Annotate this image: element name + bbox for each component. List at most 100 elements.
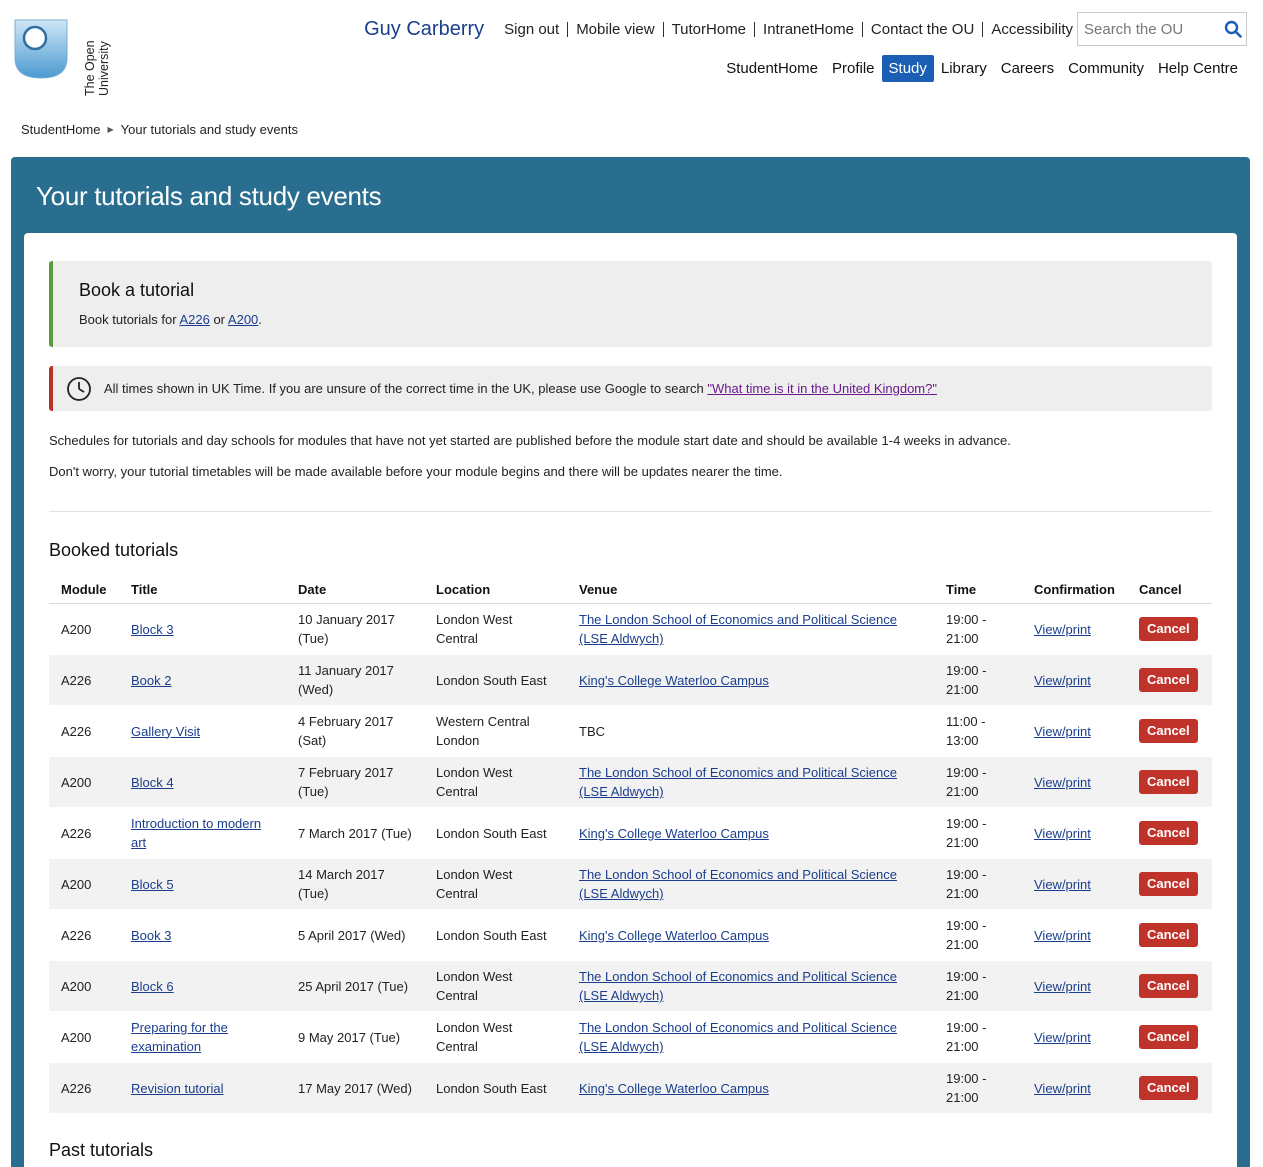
cancel-button[interactable]: Cancel xyxy=(1139,872,1198,896)
book-a200-link[interactable]: A200 xyxy=(228,312,258,327)
module-cell: A226 xyxy=(49,1062,119,1114)
venue-link[interactable]: The London School of Economics and Polit… xyxy=(579,969,897,1003)
module-cell: A226 xyxy=(49,807,119,859)
table-row: A200 Block 5 14 March 2017 (Tue) London Wes… xyxy=(49,858,1212,910)
confirmation-cell: View/print xyxy=(1022,705,1127,757)
tutorial-date: 10 January 2017 (Tue) xyxy=(298,612,395,646)
tutorial-title-link[interactable]: Gallery Visit xyxy=(131,724,200,739)
view-print-link[interactable]: View/print xyxy=(1034,775,1091,790)
module-cell: A200 xyxy=(49,756,119,808)
view-print-link[interactable]: View/print xyxy=(1034,1030,1091,1045)
view-print-link[interactable]: View/print xyxy=(1034,877,1091,892)
time-cell: 11:00 - 13:00 xyxy=(934,705,1022,757)
sign-out-link[interactable]: Sign out xyxy=(496,22,567,37)
tutorial-title-link[interactable]: Block 3 xyxy=(131,622,174,637)
tutorial-location: London South East xyxy=(436,1080,547,1096)
cancel-button[interactable]: Cancel xyxy=(1139,617,1198,641)
book-tutorial-box: Book a tutorial Book tutorials for A226 … xyxy=(49,261,1212,347)
accessibility-link[interactable]: Accessibility xyxy=(982,21,1077,37)
search-input[interactable] xyxy=(1078,20,1220,38)
mobile-view-link[interactable]: Mobile view xyxy=(567,21,662,37)
nav-help-centre[interactable]: Help Centre xyxy=(1151,55,1245,82)
tutorhome-link[interactable]: TutorHome xyxy=(662,21,754,37)
nav-library[interactable]: Library xyxy=(934,55,994,82)
nav-studenthome[interactable]: StudentHome xyxy=(719,55,825,82)
title-cell: Book 3 xyxy=(119,909,286,961)
cancel-cell: Cancel xyxy=(1127,960,1212,1012)
view-print-link[interactable]: View/print xyxy=(1034,979,1091,994)
tutorial-title-link[interactable]: Preparing for the examination xyxy=(131,1020,228,1054)
view-print-link[interactable]: View/print xyxy=(1034,622,1091,637)
view-print-link[interactable]: View/print xyxy=(1034,1081,1091,1096)
view-print-link[interactable]: View/print xyxy=(1034,928,1091,943)
tutorial-date: 5 April 2017 (Wed) xyxy=(298,927,406,943)
nav-careers[interactable]: Careers xyxy=(994,55,1061,82)
date-cell: 4 February 2017 (Sat) xyxy=(286,705,424,757)
tutorial-time: 11:00 - 13:00 xyxy=(946,714,986,748)
location-cell: London South East xyxy=(424,654,567,706)
venue-link[interactable]: King's College Waterloo Campus xyxy=(579,928,769,943)
intranethome-link[interactable]: IntranetHome xyxy=(754,21,862,37)
tutorial-title-link[interactable]: Block 6 xyxy=(131,979,174,994)
nav-profile[interactable]: Profile xyxy=(825,55,882,82)
tutorial-location: London West Central xyxy=(436,1020,513,1054)
cancel-button[interactable]: Cancel xyxy=(1139,1076,1198,1100)
chevron-right-icon: ▶ xyxy=(107,125,114,134)
contact-ou-link[interactable]: Contact the OU xyxy=(861,21,982,37)
title-cell: Preparing for the examination xyxy=(119,1011,286,1063)
cancel-button[interactable]: Cancel xyxy=(1139,821,1198,845)
view-print-link[interactable]: View/print xyxy=(1034,826,1091,841)
venue-cell: The London School of Economics and Polit… xyxy=(567,603,934,655)
tutorial-title-link[interactable]: Revision tutorial xyxy=(131,1081,224,1096)
col-title: Title xyxy=(119,575,286,604)
search-button[interactable] xyxy=(1220,13,1246,45)
book-a226-link[interactable]: A226 xyxy=(179,312,209,327)
venue-cell: The London School of Economics and Polit… xyxy=(567,1011,934,1063)
venue-link[interactable]: King's College Waterloo Campus xyxy=(579,826,769,841)
col-date: Date xyxy=(286,575,424,604)
past-tutorials-title: Past tutorials xyxy=(49,1140,154,1160)
venue-link[interactable]: The London School of Economics and Polit… xyxy=(579,612,897,646)
tutorial-title-link[interactable]: Book 2 xyxy=(131,673,171,688)
cancel-button[interactable]: Cancel xyxy=(1139,770,1198,794)
ou-logo[interactable]: The Open University xyxy=(13,18,111,96)
location-cell: London West Central xyxy=(424,960,567,1012)
section-divider xyxy=(49,511,1212,512)
venue-link[interactable]: The London School of Economics and Polit… xyxy=(579,765,897,799)
breadcrumb-home[interactable]: StudentHome xyxy=(21,122,101,137)
clock-icon xyxy=(67,376,91,401)
uk-time-link[interactable]: "What time is it in the United Kingdom?" xyxy=(707,381,937,396)
cancel-button[interactable]: Cancel xyxy=(1139,923,1198,947)
tutorial-date: 7 March 2017 (Tue) xyxy=(298,825,412,841)
cancel-cell: Cancel xyxy=(1127,1062,1212,1114)
venue-link[interactable]: The London School of Economics and Polit… xyxy=(579,1020,897,1054)
tutorial-time: 19:00 - 21:00 xyxy=(946,816,987,850)
view-print-link[interactable]: View/print xyxy=(1034,724,1091,739)
cancel-button[interactable]: Cancel xyxy=(1139,719,1198,743)
tutorial-title-link[interactable]: Block 4 xyxy=(131,775,174,790)
venue-cell: TBC xyxy=(567,705,934,757)
content-card: Book a tutorial Book tutorials for A226 … xyxy=(24,233,1237,1167)
confirmation-cell: View/print xyxy=(1022,807,1127,859)
uk-time-notice: All times shown in UK Time. If you are u… xyxy=(49,366,1212,411)
view-print-link[interactable]: View/print xyxy=(1034,673,1091,688)
cancel-button[interactable]: Cancel xyxy=(1139,974,1198,998)
tutorial-title-link[interactable]: Book 3 xyxy=(131,928,171,943)
venue-text: TBC xyxy=(579,723,605,739)
search-box xyxy=(1077,12,1247,46)
cancel-button[interactable]: Cancel xyxy=(1139,1025,1198,1049)
nav-study[interactable]: Study xyxy=(881,55,934,82)
nav-community[interactable]: Community xyxy=(1061,55,1151,82)
module-cell: A200 xyxy=(49,960,119,1012)
venue-link[interactable]: King's College Waterloo Campus xyxy=(579,673,769,688)
location-cell: London West Central xyxy=(424,858,567,910)
venue-link[interactable]: The London School of Economics and Polit… xyxy=(579,867,897,901)
location-cell: Western Central London xyxy=(424,705,567,757)
venue-link[interactable]: King's College Waterloo Campus xyxy=(579,1081,769,1096)
tutorial-title-link[interactable]: Block 5 xyxy=(131,877,174,892)
tutorial-time: 19:00 - 21:00 xyxy=(946,1071,987,1105)
cancel-button[interactable]: Cancel xyxy=(1139,668,1198,692)
tutorial-title-link[interactable]: Introduction to modern art xyxy=(131,816,261,850)
location-cell: London South East xyxy=(424,807,567,859)
title-cell: Block 4 xyxy=(119,756,286,808)
